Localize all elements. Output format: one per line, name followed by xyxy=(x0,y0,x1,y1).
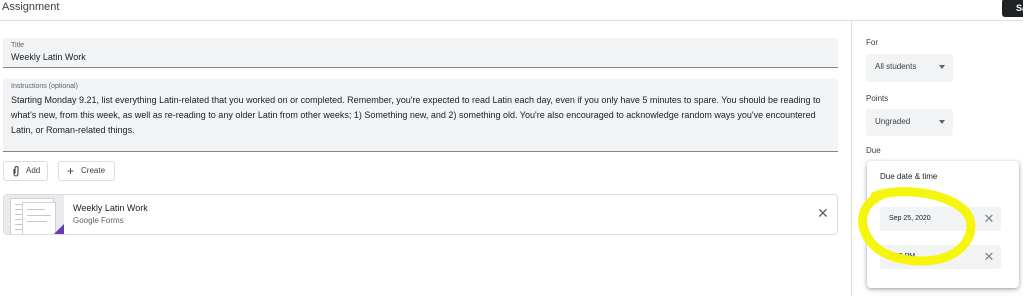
points-dropdown-value: Ungraded xyxy=(875,117,911,126)
dropdown-arrow-icon xyxy=(939,120,945,124)
page-title: Assignment xyxy=(2,1,60,13)
due-date-input[interactable]: Sep 25, 2020 xyxy=(880,207,983,231)
instructions-field-value[interactable]: Starting Monday 9.21, list everything La… xyxy=(11,93,826,138)
instructions-field[interactable]: Instructions (optional) Starting Monday … xyxy=(3,79,838,152)
due-popup-title: Due date & time xyxy=(880,172,938,181)
create-button[interactable]: + Create xyxy=(58,161,115,181)
attachment-subtitle: Google Forms xyxy=(73,216,124,225)
dropdown-arrow-icon xyxy=(939,65,945,69)
title-field[interactable]: Title Weekly Latin Work xyxy=(3,38,838,68)
create-button-label: Create xyxy=(81,166,106,175)
forms-corner-mark xyxy=(54,224,64,234)
plus-icon: + xyxy=(67,164,75,178)
for-dropdown-value: All students xyxy=(875,62,917,71)
attachment-card[interactable]: Weekly Latin Work Google Forms ✕ xyxy=(3,194,838,235)
points-dropdown[interactable]: Ungraded xyxy=(866,109,953,136)
due-label: Due xyxy=(866,146,881,155)
form-thumbnail xyxy=(4,195,64,234)
due-date-popup: Due date & time Sep 25, 2020 ✕ 3:00 PM ✕ xyxy=(867,161,1019,288)
close-icon[interactable]: ✕ xyxy=(817,206,829,220)
save-button[interactable]: Sa xyxy=(1002,0,1023,17)
paperclip-icon xyxy=(12,162,20,184)
attachment-title[interactable]: Weekly Latin Work xyxy=(73,203,148,213)
due-time-input[interactable]: 3:00 PM xyxy=(880,245,983,269)
for-dropdown[interactable]: All students xyxy=(866,54,953,82)
add-button[interactable]: Add xyxy=(3,161,48,181)
title-field-label: Title xyxy=(11,42,24,49)
close-icon[interactable]: ✕ xyxy=(977,207,1001,231)
instructions-field-label: Instructions (optional) xyxy=(11,83,78,90)
add-button-label: Add xyxy=(26,166,41,175)
title-field-value[interactable]: Weekly Latin Work xyxy=(11,52,86,62)
close-icon[interactable]: ✕ xyxy=(977,245,1001,269)
points-label: Points xyxy=(866,94,889,103)
for-label: For xyxy=(866,38,878,47)
